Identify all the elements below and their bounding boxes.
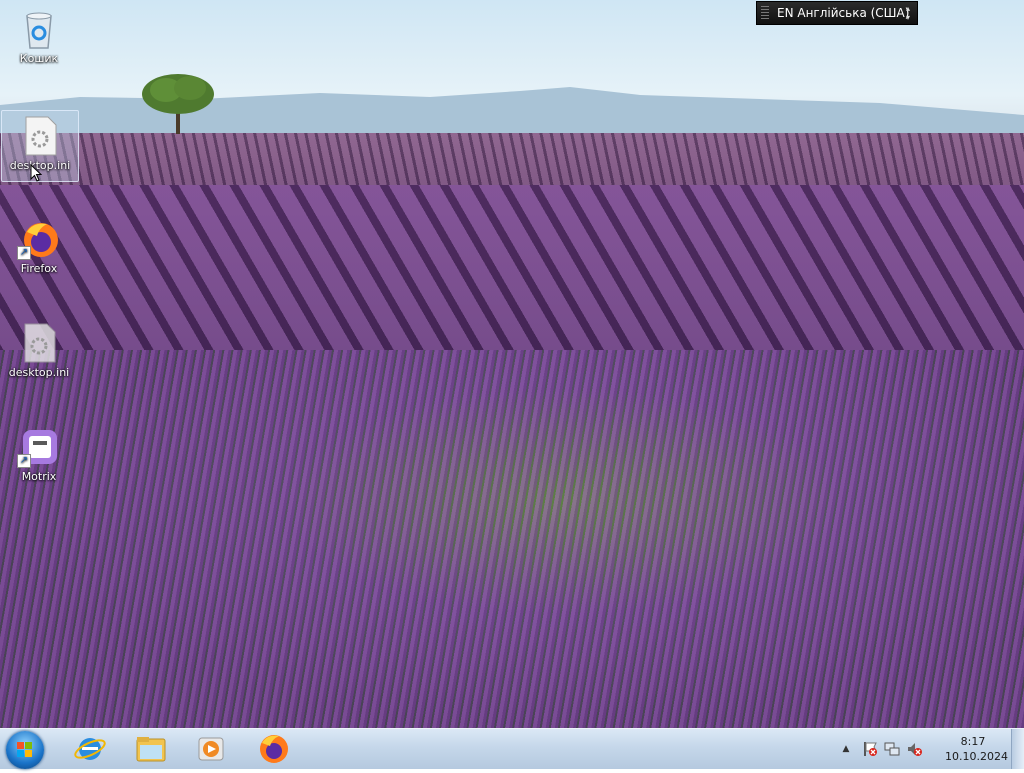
recycle-bin-icon xyxy=(19,8,59,50)
motrix-shortcut[interactable]: ↗ Motrix xyxy=(1,422,77,492)
system-tray: ▲ 8:17 10.10.2024 xyxy=(834,729,1024,769)
taskbar: ▲ 8:17 10.10.2024 xyxy=(0,728,1024,769)
mouse-cursor-icon xyxy=(30,164,42,182)
firefox-icon: ↗ xyxy=(17,218,59,260)
settings-file-icon xyxy=(20,115,60,157)
shortcut-arrow-icon: ↗ xyxy=(17,246,31,260)
desktop-icon-label: Firefox xyxy=(20,262,58,275)
start-button[interactable] xyxy=(6,731,44,769)
firefox-icon xyxy=(260,735,288,763)
taskbar-media-player[interactable] xyxy=(185,731,237,767)
show-desktop-button[interactable] xyxy=(1011,729,1024,769)
language-bar[interactable]: EN Англійська (США) ▴ ▾ xyxy=(756,1,918,25)
taskbar-firefox[interactable] xyxy=(248,731,300,767)
motrix-icon: ↗ xyxy=(17,426,59,468)
lavender-field-mid xyxy=(0,185,1024,360)
desktop-ini-file-2[interactable]: desktop.ini xyxy=(1,318,77,388)
show-hidden-icons-button[interactable]: ▲ xyxy=(838,741,854,757)
language-indicator[interactable]: EN Англійська (США) xyxy=(777,6,909,20)
tree xyxy=(142,74,214,134)
desktop-icon-label: Кошик xyxy=(19,52,59,65)
desktop-icon-label: desktop.ini xyxy=(8,366,70,379)
media-player-icon xyxy=(198,737,224,761)
clock-time: 8:17 xyxy=(960,735,986,748)
shortcut-arrow-icon: ↗ xyxy=(17,454,31,468)
action-center-flag-icon[interactable] xyxy=(862,741,878,757)
clock[interactable]: 8:17 10.10.2024 xyxy=(945,734,1008,764)
settings-file-icon xyxy=(19,322,59,364)
volume-muted-icon[interactable] xyxy=(906,741,922,757)
taskbar-file-explorer[interactable] xyxy=(125,731,177,767)
firefox-shortcut[interactable]: ↗ Firefox xyxy=(1,214,77,284)
windows-logo-icon xyxy=(17,742,32,757)
lavender-field-far xyxy=(0,133,1024,193)
recycle-bin-shortcut[interactable]: Кошик xyxy=(1,4,77,74)
lavender-field-near xyxy=(0,350,1024,728)
internet-explorer-icon xyxy=(74,738,106,760)
desktop-wallpaper xyxy=(0,0,1024,728)
desktop-icon-label: Motrix xyxy=(21,470,57,483)
taskbar-internet-explorer[interactable] xyxy=(64,731,116,767)
clock-date: 10.10.2024 xyxy=(945,750,1008,763)
drag-handle-icon[interactable] xyxy=(761,6,769,20)
network-icon[interactable] xyxy=(884,741,900,757)
language-bar-options-button[interactable]: ▴ ▾ xyxy=(903,4,913,22)
file-explorer-icon xyxy=(136,737,166,762)
